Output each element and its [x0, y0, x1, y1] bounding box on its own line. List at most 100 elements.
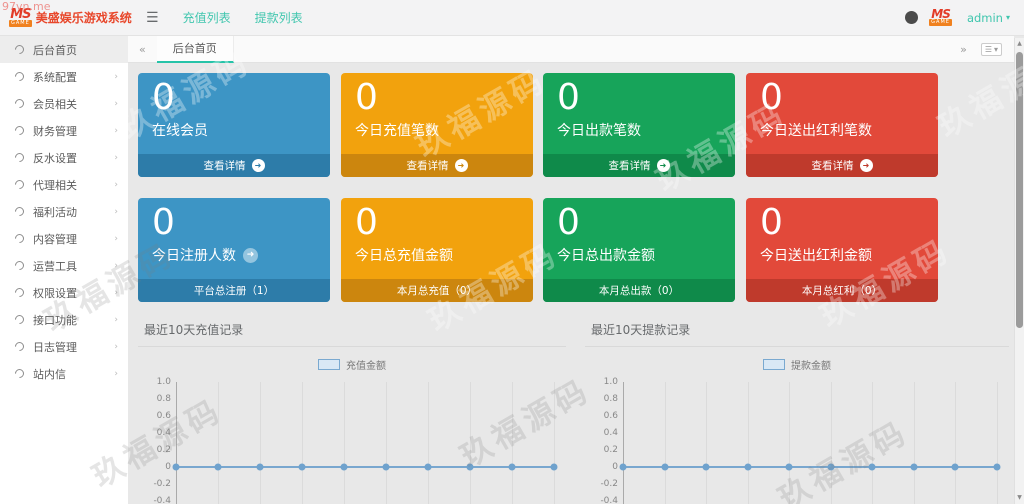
sidebar-item-dashboard[interactable]: 后台首页	[0, 36, 128, 63]
sidebar-item-rebate[interactable]: 反水设置 ›	[0, 144, 128, 171]
stat-card-online-members: 0 在线会员 查看详情 ➜	[138, 73, 330, 177]
stat-value: 0	[355, 202, 533, 244]
tab-bar: « 后台首页 » ☰ ▾	[128, 36, 1014, 63]
sidebar-item-permissions[interactable]: 权限设置 ›	[0, 279, 128, 306]
sidebar-item-label: 代理相关	[33, 177, 114, 193]
y-axis-line	[623, 382, 624, 504]
top-header: MS GAME 美盛娱乐游戏系统 ☰ 充值列表 提款列表 MS GAME adm…	[0, 0, 1024, 36]
app-title: 美盛娱乐游戏系统	[36, 9, 132, 26]
gridline	[302, 382, 303, 504]
sidebar-item-label: 接口功能	[33, 312, 114, 328]
sidebar-item-label: 财务管理	[33, 123, 114, 139]
y-axis-tick: 1.0	[604, 377, 618, 387]
stat-label: 今日送出红利金额	[760, 245, 938, 265]
sidebar-item-members[interactable]: 会员相关 ›	[0, 90, 128, 117]
gridline	[386, 382, 387, 504]
sidebar-item-operation-tools[interactable]: 运营工具 ›	[0, 252, 128, 279]
stat-label: 今日充值笔数	[355, 120, 533, 140]
sidebar-item-api[interactable]: 接口功能 ›	[0, 306, 128, 333]
chart-legend[interactable]: 充值金额	[138, 357, 566, 372]
view-details-link[interactable]: 查看详情 ➜	[543, 154, 735, 177]
view-details-link[interactable]: 查看详情 ➜	[341, 154, 533, 177]
card-footer-note: 本月总红利（0）	[746, 279, 938, 302]
gridline	[554, 382, 555, 504]
sidebar-item-messages[interactable]: 站内信 ›	[0, 360, 128, 387]
chevron-down-icon: ▾	[994, 45, 998, 54]
submenu-arrow-icon: ›	[114, 288, 118, 298]
y-axis: 1.00.80.60.40.20-0.2-0.4-0.6	[140, 382, 171, 504]
sidebar-item-agents[interactable]: 代理相关 ›	[0, 171, 128, 198]
user-dropdown[interactable]: admin ▾	[967, 11, 1010, 25]
stat-label: 今日注册人数	[152, 245, 236, 265]
y-axis-tick: -0.2	[153, 479, 171, 489]
sidebar-item-system-config[interactable]: 系统配置 ›	[0, 63, 128, 90]
user-name: admin	[967, 11, 1003, 25]
tab-dashboard[interactable]: 后台首页	[157, 36, 234, 63]
stat-value: 0	[557, 77, 735, 119]
card-footer-note: 本月总出款（0）	[543, 279, 735, 302]
submenu-arrow-icon: ›	[114, 180, 118, 190]
gridline	[748, 382, 749, 504]
submenu-arrow-icon: ›	[114, 72, 118, 82]
chart-title: 最近10天充值记录	[138, 312, 566, 347]
legend-swatch	[318, 359, 340, 370]
nav-withdraw-list[interactable]: 提款列表	[255, 9, 303, 26]
y-axis-tick: 0.8	[604, 394, 618, 404]
stat-label: 今日总出款金额	[557, 245, 735, 265]
data-line	[176, 466, 554, 468]
sidebar-item-logs[interactable]: 日志管理 ›	[0, 333, 128, 360]
tab-list-dropdown[interactable]: ☰ ▾	[981, 43, 1002, 56]
sidebar-item-label: 权限设置	[33, 285, 114, 301]
message-icon[interactable]	[905, 11, 918, 24]
nav-recharge-list[interactable]: 充值列表	[183, 9, 231, 26]
data-point	[869, 464, 876, 471]
arrow-right-icon[interactable]: ➜	[243, 248, 258, 263]
gridline	[831, 382, 832, 504]
hamburger-menu-icon[interactable]: ☰	[146, 10, 159, 26]
scroll-up-icon[interactable]: ▲	[1015, 38, 1024, 50]
circle-icon	[13, 124, 26, 137]
sidebar-item-label: 后台首页	[33, 42, 118, 58]
data-point	[509, 464, 516, 471]
stat-value: 0	[760, 202, 938, 244]
chart-legend[interactable]: 提款金额	[585, 357, 1009, 372]
sidebar-item-welfare[interactable]: 福利活动 ›	[0, 198, 128, 225]
view-details-link[interactable]: 查看详情 ➜	[138, 154, 330, 177]
gridline	[872, 382, 873, 504]
scroll-tabs-right-button[interactable]: »	[960, 43, 967, 56]
view-details-link[interactable]: 查看详情 ➜	[746, 154, 938, 177]
y-axis-tick: 0.6	[157, 411, 171, 421]
gridline	[955, 382, 956, 504]
data-point	[994, 464, 1001, 471]
stat-value: 0	[355, 77, 533, 119]
submenu-arrow-icon: ›	[114, 261, 118, 271]
scroll-tabs-left-button[interactable]: «	[128, 43, 157, 56]
vertical-scrollbar[interactable]: ▲ ▼	[1014, 38, 1024, 504]
scrollbar-thumb[interactable]	[1016, 52, 1023, 328]
y-axis-tick: 0	[612, 462, 618, 472]
data-point	[786, 464, 793, 471]
data-point	[661, 464, 668, 471]
stat-label: 在线会员	[152, 120, 330, 140]
footer-note-text: 本月总出款（0）	[599, 283, 679, 298]
data-point	[952, 464, 959, 471]
circle-icon	[13, 178, 26, 191]
data-point	[257, 464, 264, 471]
sidebar-item-label: 系统配置	[33, 69, 114, 85]
ms-logo-text: MS	[10, 9, 30, 20]
stat-card-today-registrations: 0 今日注册人数 ➜ 平台总注册（1）	[138, 198, 330, 302]
sidebar-item-content[interactable]: 内容管理 ›	[0, 225, 128, 252]
scroll-down-icon[interactable]: ▼	[1015, 492, 1024, 504]
tab-bar-right: » ☰ ▾	[960, 43, 1014, 56]
submenu-arrow-icon: ›	[114, 234, 118, 244]
submenu-arrow-icon: ›	[114, 315, 118, 325]
sidebar-item-finance[interactable]: 财务管理 ›	[0, 117, 128, 144]
arrow-right-icon: ➜	[455, 159, 468, 172]
sidebar-item-label: 反水设置	[33, 150, 114, 166]
data-point	[744, 464, 751, 471]
data-point	[425, 464, 432, 471]
stat-label-row: 今日注册人数 ➜	[152, 245, 330, 265]
footer-note-text: 本月总充值（0）	[397, 283, 477, 298]
sidebar-item-label: 内容管理	[33, 231, 114, 247]
circle-icon	[13, 70, 26, 83]
